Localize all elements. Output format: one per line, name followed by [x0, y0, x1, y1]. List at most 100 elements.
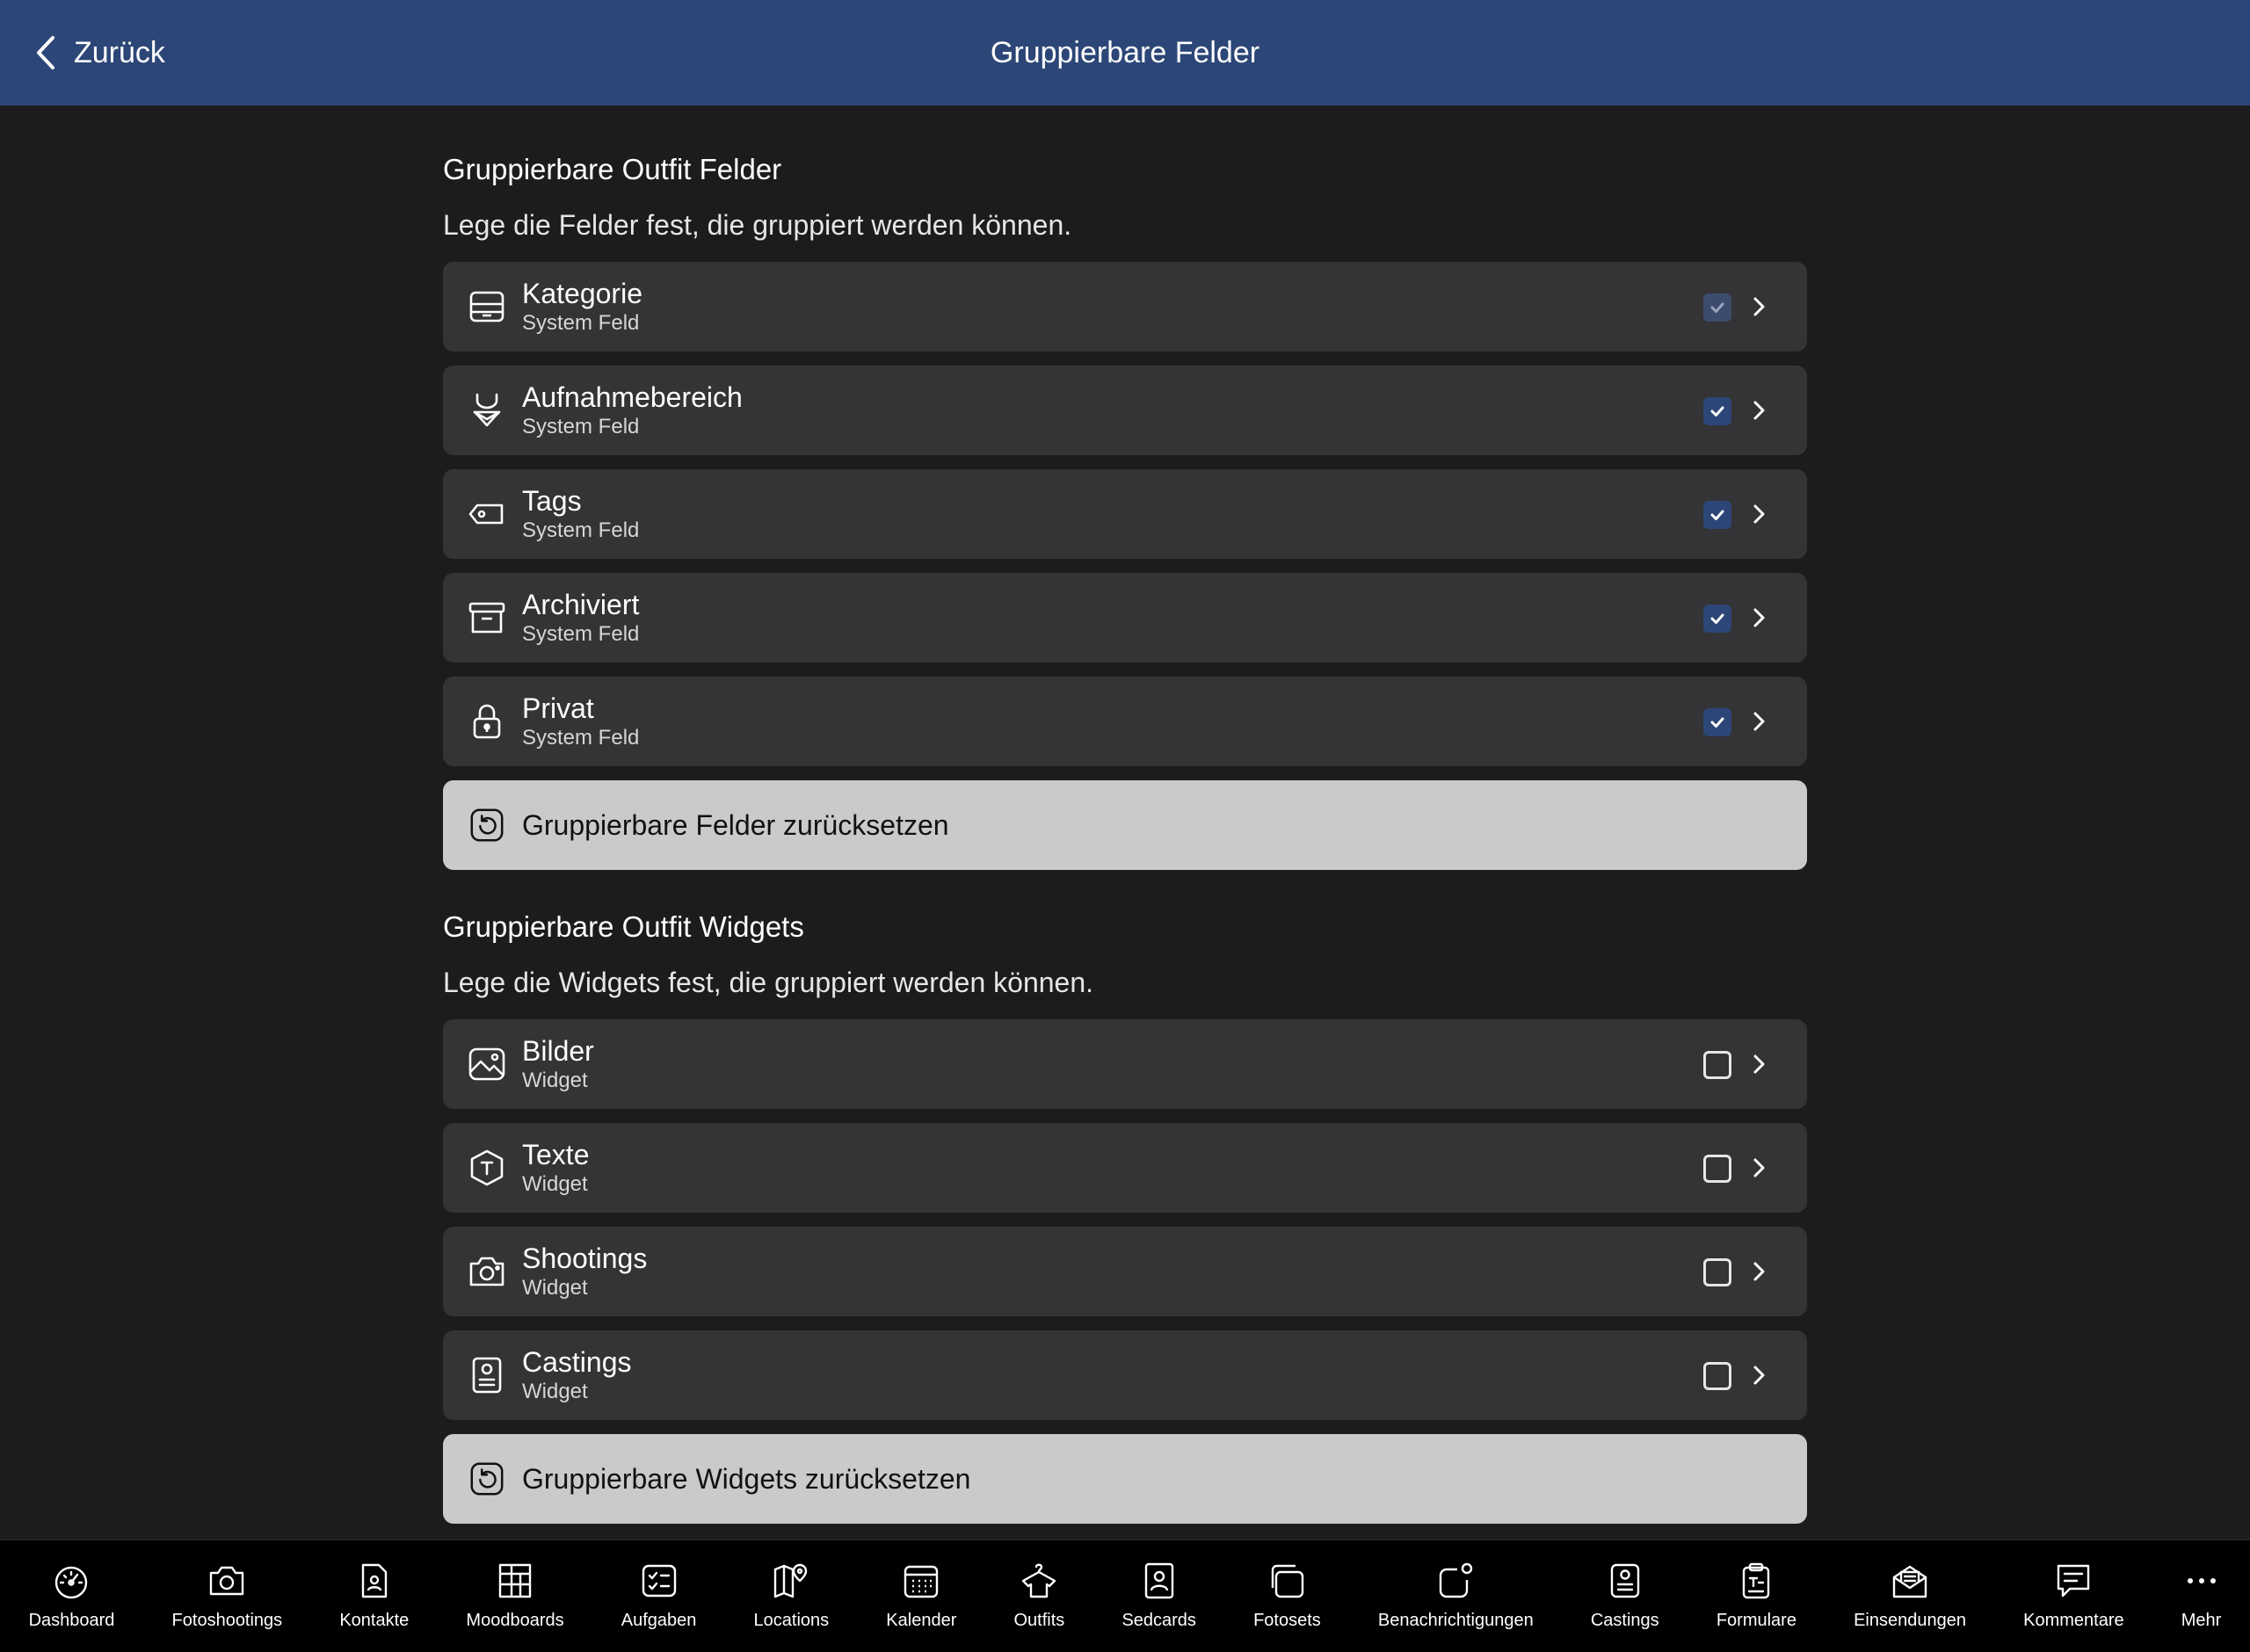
checklist-icon [642, 1564, 676, 1598]
tab-outfits[interactable]: Outfits [985, 1540, 1093, 1652]
widget-row-shootings[interactable]: Shootings Widget [443, 1227, 1807, 1316]
checkbox-kategorie[interactable] [1703, 293, 1731, 322]
archive-icon [466, 597, 508, 639]
chevron-left-icon [37, 36, 54, 69]
tab-sedcards[interactable]: Sedcards [1093, 1540, 1225, 1652]
tab-label: Einsendungen [1854, 1611, 1966, 1630]
tab-castings[interactable]: Castings [1562, 1540, 1688, 1652]
widget-row-bilder[interactable]: Bilder Widget [443, 1019, 1807, 1109]
tab-benachrichtigungen[interactable]: Benachrichtigungen [1349, 1540, 1562, 1652]
row-title: Texte [522, 1139, 590, 1170]
tag-icon [466, 493, 508, 535]
tab-formulare[interactable]: Formulare [1688, 1540, 1825, 1652]
checkbox-tags[interactable] [1703, 501, 1731, 529]
tab-bar: Dashboard Fotoshootings Kontakte Moodboa… [0, 1540, 2250, 1652]
clipboard-icon [1743, 1562, 1770, 1599]
row-subtitle: Widget [522, 1380, 588, 1403]
reset-widgets-button[interactable]: Gruppierbare Widgets zurücksetzen [443, 1434, 1807, 1524]
checkbox-castings[interactable] [1703, 1362, 1731, 1390]
row-title: Archiviert [522, 589, 640, 620]
checkbox-bilder[interactable] [1703, 1051, 1731, 1079]
widget-row-castings[interactable]: Castings Widget [443, 1330, 1807, 1420]
row-subtitle: System Feld [522, 726, 640, 750]
checkbox-aufnahmebereich[interactable] [1703, 397, 1731, 425]
checkbox-shootings[interactable] [1703, 1258, 1731, 1286]
id-card-icon [466, 1354, 508, 1396]
checkbox-texte[interactable] [1703, 1155, 1731, 1183]
moodboard-icon [498, 1563, 532, 1598]
map-icon [774, 1563, 808, 1598]
chevron-right-icon [1753, 1054, 1765, 1074]
tab-kalender[interactable]: Kalender [858, 1540, 985, 1652]
tab-label: Locations [753, 1611, 830, 1630]
chevron-right-icon [1753, 1262, 1765, 1281]
tab-einsendungen[interactable]: Einsendungen [1825, 1540, 1995, 1652]
more-icon [2187, 1578, 2216, 1583]
reset-widgets-label: Gruppierbare Widgets zurücksetzen [522, 1462, 971, 1495]
tab-fotoshootings[interactable]: Fotoshootings [143, 1540, 311, 1652]
chevron-right-icon [1753, 1158, 1765, 1177]
row-title: Kategorie [522, 278, 642, 309]
photoset-icon [1272, 1564, 1304, 1598]
chevron-right-icon [1753, 401, 1765, 420]
camera-icon [466, 1250, 508, 1293]
tab-moodboards[interactable]: Moodboards [438, 1540, 592, 1652]
row-title: Aufnahmebereich [522, 381, 743, 413]
tab-locations[interactable]: Locations [725, 1540, 858, 1652]
back-button[interactable]: Zurück [32, 0, 165, 105]
tab-mehr[interactable]: Mehr [2152, 1540, 2250, 1652]
page-title: Gruppierbare Felder [990, 35, 1260, 69]
row-subtitle: Widget [522, 1276, 588, 1300]
tray-icon [466, 286, 508, 328]
chevron-right-icon [1753, 504, 1765, 524]
row-subtitle: Widget [522, 1172, 588, 1196]
tab-label: Castings [1590, 1611, 1659, 1630]
reset-fields-button[interactable]: Gruppierbare Felder zurücksetzen [443, 780, 1807, 870]
reset-icon [466, 804, 508, 846]
field-row-archiviert[interactable]: Archiviert System Feld [443, 573, 1807, 663]
row-title: Castings [522, 1346, 632, 1378]
fields-section-title: Gruppierbare Outfit Felder [443, 153, 782, 185]
fields-section-description: Lege die Felder fest, die gruppiert werd… [443, 209, 1072, 241]
camera-icon [210, 1566, 244, 1596]
tab-label: Kommentare [2023, 1611, 2124, 1630]
tab-kontakte[interactable]: Kontakte [311, 1540, 438, 1652]
widgets-section-title: Gruppierbare Outfit Widgets [443, 910, 804, 943]
tab-label: Formulare [1716, 1611, 1796, 1630]
contact-icon [361, 1563, 388, 1598]
tab-label: Kontakte [339, 1611, 410, 1630]
tab-label: Fotosets [1253, 1611, 1321, 1630]
tab-label: Moodboards [466, 1611, 564, 1630]
tab-aufgaben[interactable]: Aufgaben [592, 1540, 725, 1652]
row-title: Tags [522, 485, 582, 517]
checkbox-archiviert[interactable] [1703, 605, 1731, 633]
row-subtitle: System Feld [522, 415, 640, 438]
row-title: Privat [522, 692, 594, 724]
chevron-right-icon [1753, 297, 1765, 316]
chevron-right-icon [1753, 1366, 1765, 1385]
calendar-icon [904, 1565, 939, 1598]
tab-label: Kalender [886, 1611, 957, 1630]
widget-row-texte[interactable]: Texte Widget [443, 1123, 1807, 1213]
tab-fotosets[interactable]: Fotosets [1225, 1540, 1350, 1652]
notification-icon [1440, 1562, 1473, 1598]
chevron-right-icon [1753, 712, 1765, 731]
image-icon [466, 1043, 508, 1085]
field-row-kategorie[interactable]: Kategorie System Feld [443, 262, 1807, 351]
tab-dashboard[interactable]: Dashboard [0, 1540, 143, 1652]
checkbox-privat[interactable] [1703, 708, 1731, 736]
tab-label: Benachrichtigungen [1377, 1611, 1534, 1630]
tab-kommentare[interactable]: Kommentare [1995, 1540, 2153, 1652]
widgets-section-description: Lege die Widgets fest, die gruppiert wer… [443, 967, 1094, 998]
row-subtitle: System Feld [522, 518, 640, 542]
tab-label: Dashboard [28, 1611, 115, 1630]
checkmark-icon [1710, 613, 1724, 624]
sedcard-icon [1144, 1562, 1173, 1599]
field-row-tags[interactable]: Tags System Feld [443, 469, 1807, 559]
field-row-aufnahmebereich[interactable]: Aufnahmebereich System Feld [443, 366, 1807, 455]
tab-label: Sedcards [1121, 1611, 1196, 1630]
reset-fields-label: Gruppierbare Felder zurücksetzen [522, 808, 949, 841]
swimwear-icon [466, 389, 508, 431]
tab-label: Outfits [1013, 1611, 1065, 1630]
field-row-privat[interactable]: Privat System Feld [443, 677, 1807, 766]
